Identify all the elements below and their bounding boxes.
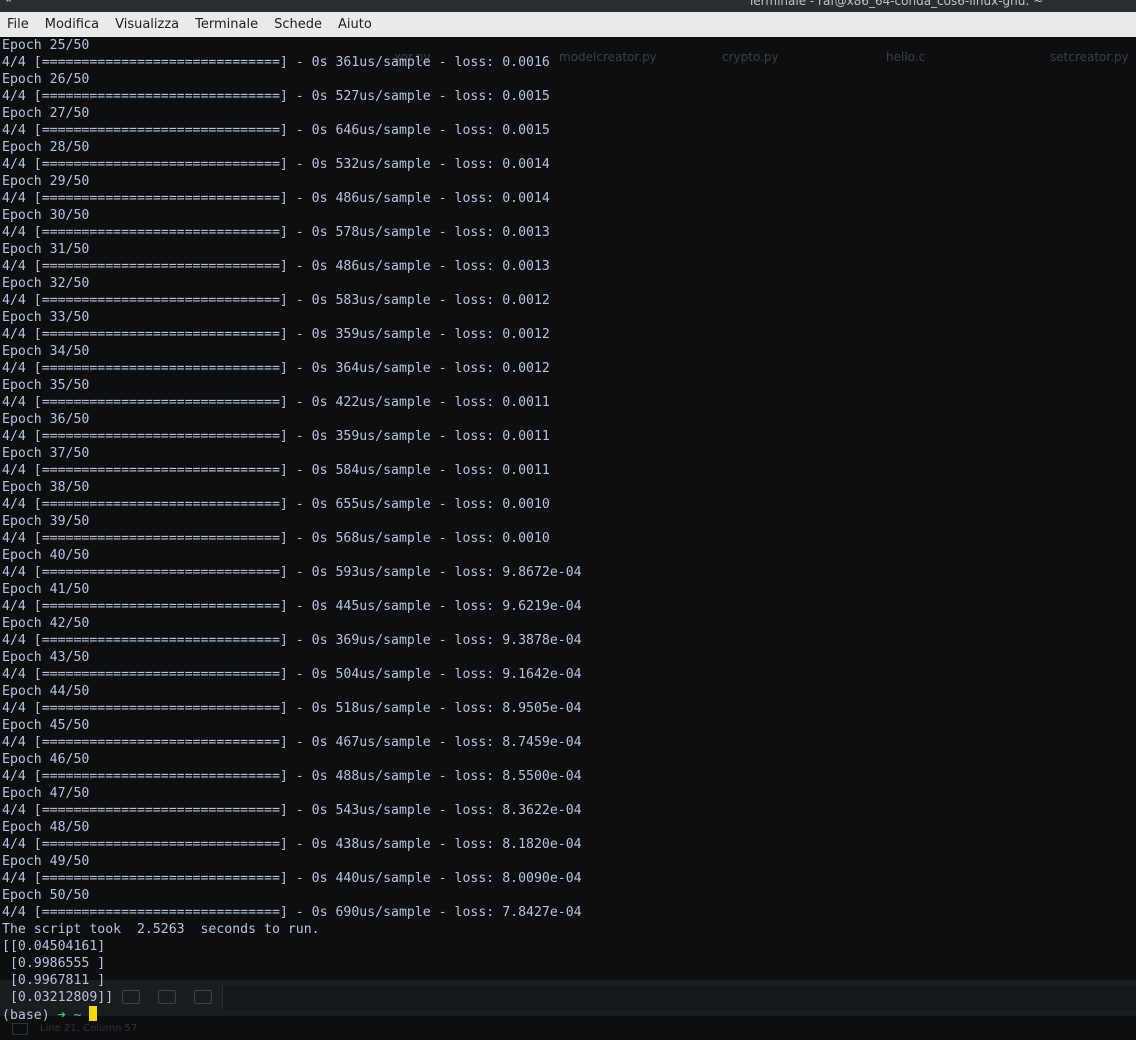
status-box-icon (12, 1023, 28, 1035)
terminal-line: Epoch 34/50 (2, 344, 90, 359)
terminal-line: Epoch 31/50 (2, 242, 90, 257)
terminal-line: Epoch 50/50 (2, 888, 90, 903)
terminal-line: 4/4 [==============================] - 0… (2, 531, 550, 546)
menu-terminale[interactable]: Terminale (187, 12, 266, 37)
terminal-line: Epoch 38/50 (2, 480, 90, 495)
terminal-line: 4/4 [==============================] - 0… (2, 769, 582, 784)
terminal-lines: Epoch 25/50 4/4 [========================… (2, 37, 582, 1023)
terminal-line: Epoch 41/50 (2, 582, 90, 597)
terminal-line: 4/4 [==============================] - 0… (2, 837, 582, 852)
terminal-line: Epoch 48/50 (2, 820, 90, 835)
terminal-line: 4/4 [==============================] - 0… (2, 123, 550, 138)
terminal-line: [0.9986555 ] (2, 956, 106, 971)
prompt-arrow-icon: ➜ (57, 1008, 66, 1023)
menu-bar: File Modifica Visualizza Terminale Sched… (0, 12, 1136, 38)
editor-tab: setcreator.py (1050, 50, 1129, 64)
terminal-line: The script took 2.5263 seconds to run. (2, 922, 320, 937)
menu-visualizza[interactable]: Visualizza (107, 12, 187, 37)
terminal-line: [0.03212809]] (2, 990, 114, 1005)
terminal-line: Epoch 42/50 (2, 616, 90, 631)
terminal-line: 4/4 [==============================] - 0… (2, 293, 550, 308)
terminal-line: Epoch 44/50 (2, 684, 90, 699)
terminal-line: Epoch 27/50 (2, 106, 90, 121)
terminal-line: [0.9967811 ] (2, 973, 106, 988)
terminal-line: 4/4 [==============================] - 0… (2, 361, 550, 376)
terminal-line: Epoch 29/50 (2, 174, 90, 189)
terminal-line: 4/4 [==============================] - 0… (2, 735, 582, 750)
terminal-line: 4/4 [==============================] - 0… (2, 871, 582, 886)
terminal-line: Epoch 25/50 (2, 38, 90, 53)
window-menu-icon[interactable]: ⌃ (4, 0, 13, 10)
terminal-line: 4/4 [==============================] - 0… (2, 667, 582, 682)
menu-schede[interactable]: Schede (266, 12, 330, 37)
window-title: Terminale - raf@x86_64-conda_cos6-linux-… (748, 0, 1044, 8)
menu-file[interactable]: File (0, 12, 37, 37)
terminal-line: 4/4 [==============================] - 0… (2, 497, 550, 512)
editor-tab: hello.c (886, 50, 926, 64)
terminal-line: 4/4 [==============================] - 0… (2, 803, 582, 818)
terminal-line: Epoch 49/50 (2, 854, 90, 869)
prompt-directory: ~ (73, 1008, 82, 1023)
terminal-line: 4/4 [==============================] - 0… (2, 599, 582, 614)
terminal-line: Epoch 36/50 (2, 412, 90, 427)
terminal-line: Epoch 43/50 (2, 650, 90, 665)
terminal-line: Epoch 40/50 (2, 548, 90, 563)
window-titlebar: ⌃ Terminale - raf@x86_64-conda_cos6-linu… (0, 0, 1136, 12)
menu-modifica[interactable]: Modifica (37, 12, 107, 37)
shell-prompt[interactable]: (base) ➜ ~ (2, 1006, 582, 1023)
terminal-line: 4/4 [==============================] - 0… (2, 565, 582, 580)
terminal-line: Epoch 30/50 (2, 208, 90, 223)
menu-aiuto[interactable]: Aiuto (330, 12, 380, 37)
terminal-line: 4/4 [==============================] - 0… (2, 701, 582, 716)
terminal-line: 4/4 [==============================] - 0… (2, 191, 550, 206)
terminal-line: 4/4 [==============================] - 0… (2, 259, 550, 274)
terminal-line: Epoch 26/50 (2, 72, 90, 87)
prompt-env: (base) (2, 1008, 50, 1023)
terminal-line: 4/4 [==============================] - 0… (2, 463, 550, 478)
terminal-line: 4/4 [==============================] - 0… (2, 633, 582, 648)
terminal-output[interactable]: xor.py modelcreator.py crypto.py hello.c… (0, 37, 1136, 1040)
terminal-line: 4/4 [==============================] - 0… (2, 55, 550, 70)
terminal-line: Epoch 28/50 (2, 140, 90, 155)
terminal-line: Epoch 39/50 (2, 514, 90, 529)
terminal-line: Epoch 45/50 (2, 718, 90, 733)
terminal-line: 4/4 [==============================] - 0… (2, 225, 550, 240)
terminal-line: Epoch 33/50 (2, 310, 90, 325)
editor-status-line: Line 21, Column 57 (0, 1020, 1136, 1040)
terminal-line: 4/4 [==============================] - 0… (2, 157, 550, 172)
editor-tab: crypto.py (722, 50, 779, 64)
editor-cursor-position: Line 21, Column 57 (40, 1023, 138, 1034)
terminal-line: Epoch 37/50 (2, 446, 90, 461)
terminal-line: [[0.04504161] (2, 939, 106, 954)
terminal-line: Epoch 32/50 (2, 276, 90, 291)
terminal-line: 4/4 [==============================] - 0… (2, 89, 550, 104)
terminal-line: Epoch 46/50 (2, 752, 90, 767)
terminal-line: Epoch 35/50 (2, 378, 90, 393)
text-cursor (89, 1006, 98, 1021)
terminal-line: Epoch 47/50 (2, 786, 90, 801)
terminal-line: 4/4 [==============================] - 0… (2, 395, 550, 410)
terminal-line: 4/4 [==============================] - 0… (2, 327, 550, 342)
terminal-line: 4/4 [==============================] - 0… (2, 429, 550, 444)
terminal-line: 4/4 [==============================] - 0… (2, 905, 582, 920)
